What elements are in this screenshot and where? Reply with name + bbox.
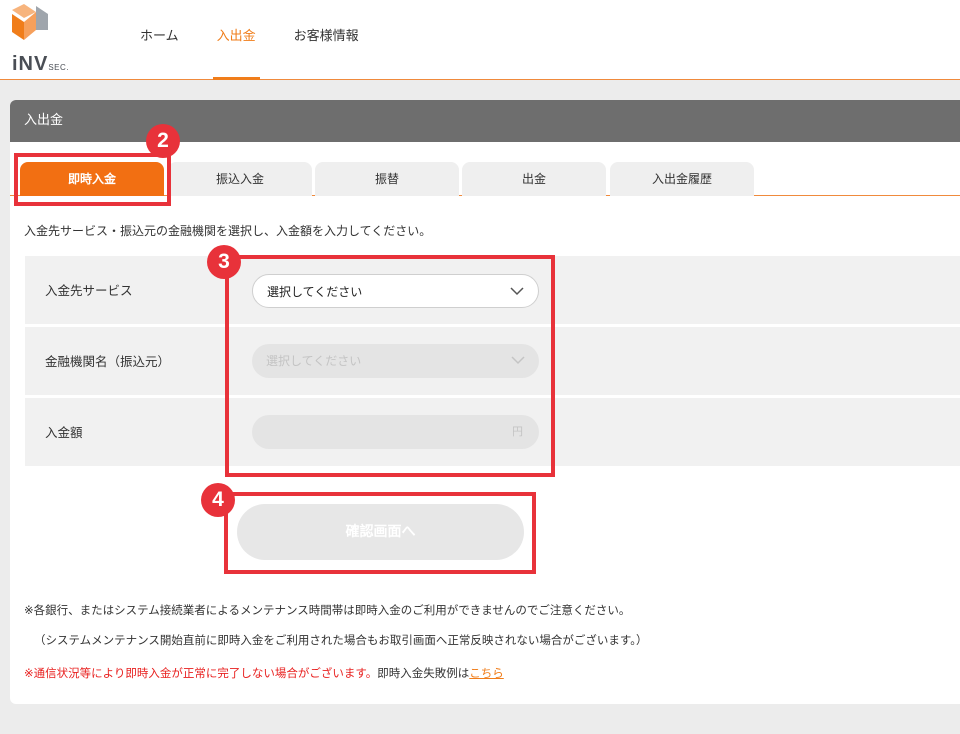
note-maintenance-detail: （システムメンテナンス開始直前に即時入金をご利用された場合もお取引画面へ正常反映… [34,633,648,647]
instruction-text: 入金先サービス・振込元の金融機関を選択し、入金額を入力してください。 [24,224,432,238]
failure-examples-link[interactable]: こちら [469,666,504,680]
nav-deposit-withdrawal[interactable]: 入出金 [212,0,260,80]
annotation-box-2 [14,153,171,206]
note-maintenance: ※各銀行、またはシステム接続業者によるメンテナンス時間帯は即時入金のご利用ができ… [24,603,631,617]
amount-label: 入金額 [45,425,83,440]
tab-transfer[interactable]: 振替 [315,162,459,196]
annotation-badge-2: 2 [146,124,180,158]
note-warning-text: ※通信状況等により即時入金が正常に完了しない場合がございます。 [24,666,378,680]
brand-logo[interactable]: iNVSEC. [10,4,110,76]
tab-withdrawal[interactable]: 出金 [462,162,606,196]
nav-home[interactable]: ホーム [140,0,179,80]
site-header: iNVSEC. ホーム 入出金 お客様情報 [0,0,960,80]
logo-wordmark: iNVSEC. [12,53,70,75]
tab-transfer-deposit[interactable]: 振込入金 [168,162,312,196]
nav-customer-info[interactable]: お客様情報 [294,0,359,80]
annotation-badge-4: 4 [201,483,235,517]
tab-history[interactable]: 入出金履歴 [610,162,754,196]
annotation-box-4 [224,492,536,574]
annotation-badge-3: 3 [207,245,241,279]
note-connection: ※通信状況等により即時入金が正常に完了しない場合がございます。即時入金失敗例はこ… [24,665,504,681]
main-nav: ホーム 入出金 お客様情報 [140,0,397,80]
service-label: 入金先サービス [45,283,133,298]
note-failure-text: 即時入金失敗例は [377,666,470,680]
bank-label: 金融機関名（振込元） [45,354,171,369]
logo-mark-icon [12,4,48,40]
annotation-box-3 [225,255,555,477]
